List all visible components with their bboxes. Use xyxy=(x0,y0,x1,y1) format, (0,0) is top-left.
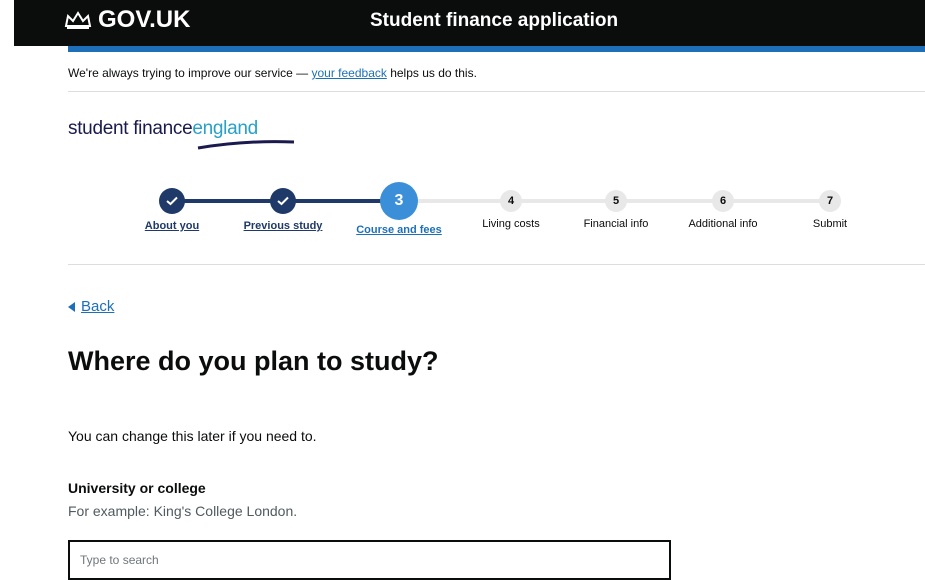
field-hint: For example: King's College London. xyxy=(68,503,298,519)
step-label[interactable]: Course and fees xyxy=(339,224,459,236)
logo-swoosh-icon xyxy=(197,140,295,150)
step-complete-icon xyxy=(270,188,296,214)
feedback-banner: We're always trying to improve our servi… xyxy=(68,66,477,80)
progress-stepper: About you Previous study 3 Course and fees 4… xyxy=(0,182,925,242)
header-stripe xyxy=(68,46,925,52)
step-complete-icon xyxy=(159,188,185,214)
field-label: University or college xyxy=(68,480,206,496)
step-label: Submit xyxy=(812,218,848,230)
step-3[interactable]: 3 Course and fees xyxy=(339,182,459,236)
feedback-text-after: helps us do this. xyxy=(386,66,477,80)
feedback-link[interactable]: your feedback xyxy=(311,66,386,80)
checkmark-icon xyxy=(166,196,178,206)
brand-text: GOV.UK xyxy=(98,6,191,33)
divider xyxy=(68,264,925,265)
divider xyxy=(68,91,925,92)
crown-icon xyxy=(64,11,92,29)
step-5: 5 Financial info xyxy=(556,182,676,230)
step-label: Financial info xyxy=(583,218,649,230)
page-title: Where do you plan to study? xyxy=(68,346,439,376)
step-number: 5 xyxy=(605,190,627,212)
step-2[interactable]: Previous study xyxy=(223,182,343,232)
step-7: 7 Submit xyxy=(770,182,890,230)
app-title: Student finance application xyxy=(370,10,619,31)
govuk-brand[interactable]: GOV.UK xyxy=(64,6,190,34)
back-link-label[interactable]: Back xyxy=(81,298,114,315)
step-label: Living costs xyxy=(482,218,540,230)
triangle-left-icon xyxy=(68,301,75,312)
logo-part-2: england xyxy=(192,118,258,139)
checkmark-icon xyxy=(277,196,289,206)
step-1[interactable]: About you xyxy=(112,182,232,232)
sfe-logo: student financeengland xyxy=(68,118,258,140)
back-link[interactable]: Back xyxy=(68,298,114,315)
step-number: 4 xyxy=(500,190,522,212)
step-6: 6 Additional info xyxy=(663,182,783,230)
step-label[interactable]: Previous study xyxy=(223,220,343,232)
step-4: 4 Living costs xyxy=(451,182,571,230)
feedback-text-before: We're always trying to improve our servi… xyxy=(68,66,312,80)
step-number: 3 xyxy=(380,182,418,220)
step-label: Additional info xyxy=(688,218,758,230)
search-input[interactable] xyxy=(68,540,671,580)
step-label[interactable]: About you xyxy=(112,220,232,232)
step-number: 7 xyxy=(819,190,841,212)
step-number: 6 xyxy=(712,190,734,212)
page-hint: You can change this later if you need to… xyxy=(68,428,317,444)
logo-part-1: student finance xyxy=(68,118,193,139)
